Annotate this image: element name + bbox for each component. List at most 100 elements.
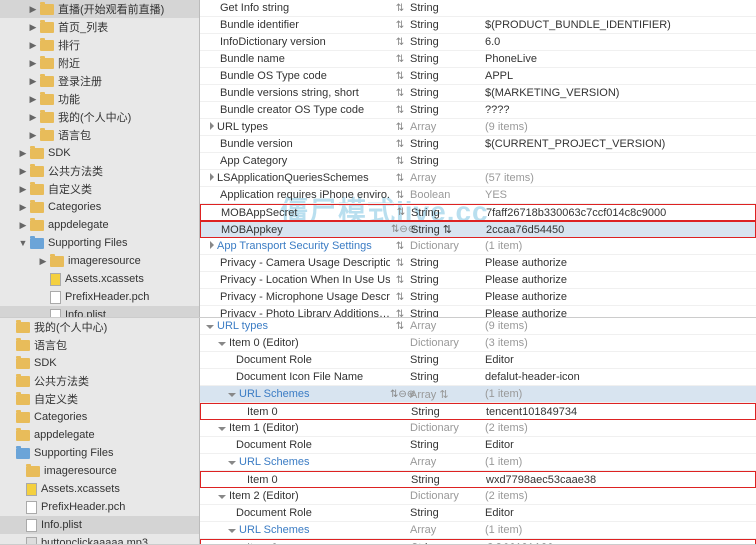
disclosure-triangle-icon[interactable]: ▶ <box>18 220 28 231</box>
tree-item[interactable]: Assets.xcassets <box>0 480 199 498</box>
plist-key[interactable]: Document Role <box>236 507 312 519</box>
tree-item[interactable]: PrefixHeader.pch <box>0 288 199 306</box>
stepper-icon[interactable]: ⇅ <box>390 20 410 31</box>
stepper-icon[interactable]: ⇅⊖⊕ <box>390 389 410 400</box>
plist-editor-bottom[interactable]: URL types⇅Array(9 items)Item 0 (Editor)D… <box>200 318 756 544</box>
plist-row[interactable]: Bundle OS Type code⇅StringAPPL <box>200 68 756 85</box>
plist-value[interactable]: (3 items) <box>480 337 756 349</box>
tree-item[interactable]: ▶直播(开始观看前直播) <box>0 0 199 18</box>
plist-type[interactable]: Array <box>410 172 480 184</box>
tree-item[interactable]: ▶首页_列表 <box>0 18 199 36</box>
disclosure-icon[interactable] <box>210 122 214 130</box>
plist-key[interactable]: Privacy - Microphone Usage Descri… <box>220 291 390 303</box>
disclosure-triangle-icon[interactable]: ▶ <box>28 4 38 15</box>
plist-row[interactable]: LSApplicationQueriesSchemes⇅Array(57 ite… <box>200 170 756 187</box>
plist-value[interactable]: (2 items) <box>480 422 756 434</box>
plist-row[interactable]: InfoDictionary version⇅String6.0 <box>200 34 756 51</box>
plist-row[interactable]: Item 0Stringtencent101849734 <box>200 403 756 420</box>
plist-value[interactable]: 6.0 <box>480 36 756 48</box>
plist-value[interactable]: (1 item) <box>480 524 756 536</box>
plist-row[interactable]: URL SchemesArray(1 item) <box>200 454 756 471</box>
tree-item[interactable]: Info.plist <box>0 516 199 534</box>
plist-key[interactable]: URL Schemes <box>239 456 310 468</box>
tree-item[interactable]: ▶Categories <box>0 198 199 216</box>
plist-type[interactable]: String <box>410 36 480 48</box>
disclosure-triangle-icon[interactable]: ▶ <box>18 148 28 159</box>
tree-item[interactable]: ▶登录注册 <box>0 72 199 90</box>
plist-row[interactable]: Bundle creator OS Type code⇅String???? <box>200 102 756 119</box>
plist-type[interactable]: Array <box>410 121 480 133</box>
plist-key[interactable]: Document Role <box>236 439 312 451</box>
tree-item[interactable]: ▶我的(个人中心) <box>0 108 199 126</box>
tree-item[interactable]: Assets.xcassets <box>0 270 199 288</box>
plist-type[interactable]: String <box>410 87 480 99</box>
plist-value[interactable]: (1 item) <box>480 388 756 400</box>
disclosure-icon[interactable] <box>228 529 236 533</box>
disclosure-triangle-icon[interactable]: ▶ <box>28 112 38 123</box>
disclosure-icon[interactable] <box>228 461 236 465</box>
plist-value[interactable]: $(MARKETING_VERSION) <box>480 87 756 99</box>
tree-item[interactable]: ▶公共方法类 <box>0 162 199 180</box>
plist-key[interactable]: App Category <box>220 155 287 167</box>
plist-key[interactable]: LSApplicationQueriesSchemes <box>217 172 369 184</box>
tree-item[interactable]: 自定义类 <box>0 390 199 408</box>
plist-row[interactable]: Document RoleStringEditor <box>200 505 756 522</box>
plist-key[interactable]: MOBAppSecret <box>221 207 297 219</box>
plist-type[interactable]: Dictionary <box>410 422 480 434</box>
plist-key[interactable]: Item 0 (Editor) <box>229 337 299 349</box>
stepper-icon[interactable]: ⇅ <box>390 321 410 332</box>
tree-item[interactable]: ▶功能 <box>0 90 199 108</box>
plist-value[interactable]: defalut-header-icon <box>480 371 756 383</box>
plist-value[interactable]: tencent101849734 <box>481 406 755 418</box>
plist-key[interactable]: Document Role <box>236 354 312 366</box>
plist-key[interactable]: Bundle versions string, short <box>220 87 359 99</box>
plist-key[interactable]: Privacy - Photo Library Additions… <box>220 308 390 317</box>
plist-type[interactable]: Array <box>410 524 480 536</box>
plist-value[interactable]: (2 items) <box>480 490 756 502</box>
disclosure-triangle-icon[interactable]: ▶ <box>18 184 28 195</box>
disclosure-triangle-icon[interactable]: ▼ <box>18 238 28 248</box>
tree-item[interactable]: ▼Supporting Files <box>0 234 199 252</box>
plist-row[interactable]: Item 1 (Editor) Dictionary(2 items) <box>200 420 756 437</box>
plist-value[interactable]: Please authorize <box>480 274 756 286</box>
tree-item[interactable]: 我的(个人中心) <box>0 318 199 336</box>
file-navigator-bottom[interactable]: 我的(个人中心)语言包SDK公共方法类自定义类Categoriesappdele… <box>0 318 200 544</box>
plist-value[interactable]: Please authorize <box>480 291 756 303</box>
plist-type[interactable]: String <box>411 474 481 486</box>
plist-row[interactable]: Privacy - Location When In Use Us…⇅Strin… <box>200 272 756 289</box>
disclosure-icon[interactable] <box>206 325 214 329</box>
plist-key[interactable]: Document Icon File Name <box>236 371 363 383</box>
tree-item[interactable]: Info.plist <box>0 306 199 317</box>
plist-type[interactable]: Dictionary <box>410 490 480 502</box>
plist-type[interactable]: String <box>410 354 480 366</box>
stepper-icon[interactable]: ⇅ <box>390 3 410 14</box>
plist-value[interactable]: $(PRODUCT_BUNDLE_IDENTIFIER) <box>480 19 756 31</box>
plist-key[interactable]: Privacy - Location When In Use Us… <box>220 274 390 286</box>
plist-row[interactable]: Document RoleStringEditor <box>200 352 756 369</box>
plist-row[interactable]: Bundle versions string, short ⇅String$(MA… <box>200 85 756 102</box>
tree-item[interactable]: SDK <box>0 354 199 372</box>
plist-value[interactable]: Editor <box>480 507 756 519</box>
tree-item[interactable]: ▶自定义类 <box>0 180 199 198</box>
plist-value[interactable]: PhoneLive <box>480 53 756 65</box>
stepper-icon[interactable]: ⇅ <box>390 88 410 99</box>
plist-value[interactable]: APPL <box>480 70 756 82</box>
stepper-icon[interactable]: ⇅ <box>390 173 410 184</box>
plist-type[interactable]: String ⇅ <box>411 223 481 236</box>
tree-item[interactable]: appdelegate <box>0 426 199 444</box>
disclosure-triangle-icon[interactable]: ▶ <box>18 166 28 177</box>
plist-key[interactable]: Item 1 (Editor) <box>229 422 299 434</box>
disclosure-triangle-icon[interactable]: ▶ <box>28 130 38 141</box>
plist-value[interactable]: (9 items) <box>480 121 756 133</box>
plist-type[interactable]: String <box>410 371 480 383</box>
disclosure-icon[interactable] <box>210 241 214 249</box>
tree-item[interactable]: imageresource <box>0 462 199 480</box>
plist-key[interactable]: Bundle creator OS Type code <box>220 104 364 116</box>
plist-row[interactable]: URL SchemesArray(1 item) <box>200 522 756 539</box>
plist-value[interactable]: (1 item) <box>480 456 756 468</box>
stepper-icon[interactable]: ⇅ <box>390 122 410 133</box>
tree-item[interactable]: ▶附近 <box>0 54 199 72</box>
plist-type[interactable]: String <box>410 308 480 317</box>
plist-type[interactable]: String <box>410 104 480 116</box>
plist-key[interactable]: Privacy - Camera Usage Description <box>220 257 390 269</box>
